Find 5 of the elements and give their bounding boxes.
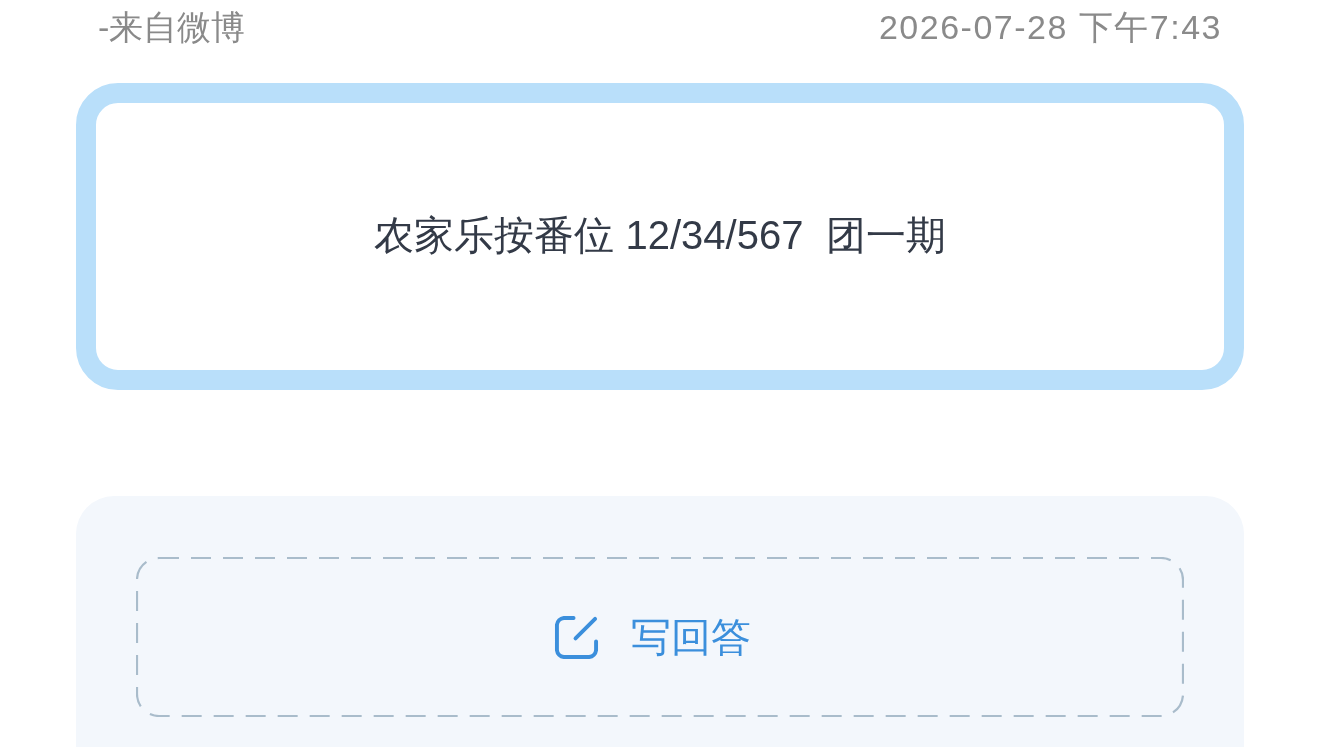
- question-text: 农家乐按番位 12/34/567 团一期: [374, 211, 946, 259]
- edit-icon: [553, 614, 599, 660]
- write-answer-button[interactable]: 写回答: [136, 557, 1184, 717]
- post-time: 2026-07-28 下午7:43: [878, 7, 1222, 48]
- source-label: -来自微博: [98, 7, 246, 48]
